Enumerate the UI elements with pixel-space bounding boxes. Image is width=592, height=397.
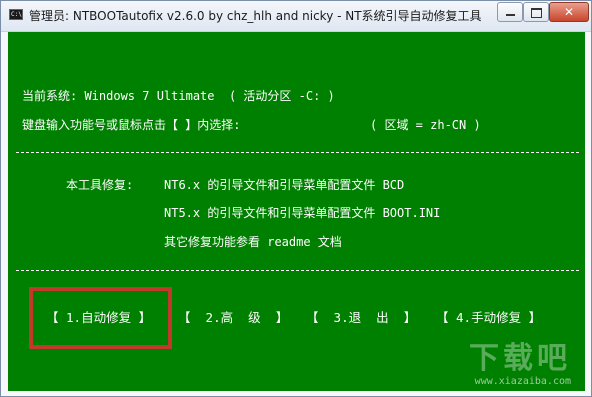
console-area: 当前系统: Windows 7 Ultimate ( 活动分区 -C: ) 键盘… [8,32,585,391]
separator-bottom [16,270,579,271]
selection-highlight [29,287,172,349]
tool-repair-label: 本工具修复: [66,178,134,192]
separator-top [16,152,579,153]
menu-manual-repair[interactable]: 【 4.手动修复 】 [436,307,541,326]
close-icon: ✕ [563,5,575,19]
nt6-line: NT6.x 的引导文件和引导菜单配置文件 BCD [164,178,405,192]
minimize-icon [505,14,515,16]
nt5-line: NT5.x 的引导文件和引导菜单配置文件 BOOT.INI [164,206,441,220]
watermark: 下载吧 www.xiazaiba.com [469,341,571,388]
prompt-line: 键盘输入功能号或鼠标点击【 】内选择: [22,118,241,132]
maximize-button[interactable] [523,2,549,22]
watermark-logo: 下载吧 [469,341,571,376]
menu-exit[interactable]: 【 3.退 出 】 [306,307,416,326]
close-button[interactable]: ✕ [549,2,589,22]
minimize-button[interactable] [497,2,523,22]
title-bar[interactable]: C:\ 管理员: NTBOOTautofix v2.6.0 by chz_hlh… [1,1,591,32]
current-system-line: 当前系统: Windows 7 Ultimate ( 活动分区 -C: ) [22,89,335,103]
console-window: C:\ 管理员: NTBOOTautofix v2.6.0 by chz_hlh… [0,0,592,397]
readme-line: 其它修复功能参看 readme 文档 [164,235,342,249]
watermark-url: www.xiazaiba.com [474,376,571,387]
locale-line: ( 区域 = zh-CN ) [370,118,481,132]
console-app-icon[interactable]: C:\ [9,9,23,20]
menu-advanced[interactable]: 【 2.高 级 】 [178,307,288,326]
maximize-icon [530,8,542,18]
window-title: 管理员: NTBOOTautofix v2.6.0 by chz_hlh and… [29,9,482,23]
